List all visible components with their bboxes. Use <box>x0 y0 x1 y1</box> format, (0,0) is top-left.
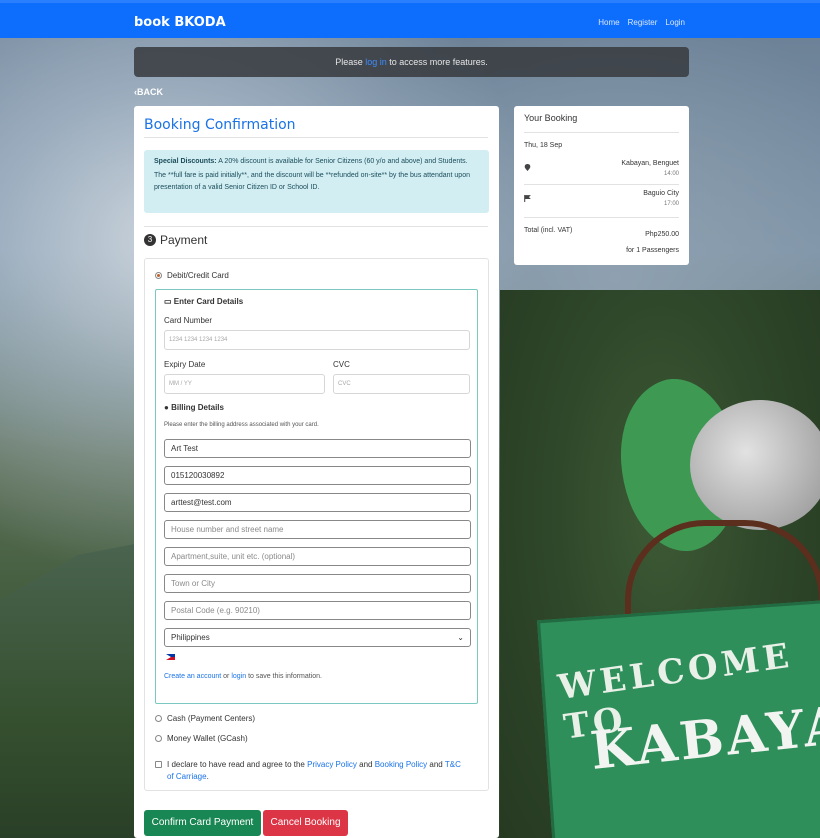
agree-row: I declare to have read and agree to the … <box>155 759 465 783</box>
email-input[interactable]: arttest@test.com <box>164 493 471 512</box>
origin-block: Kabayan, Benguet 14:00 <box>621 158 679 180</box>
destination-time: 17:00 <box>663 201 679 207</box>
payment-heading: 3 Payment <box>144 233 207 247</box>
privacy-policy-link[interactable]: Privacy Policy <box>307 760 357 769</box>
country-value: Philippines <box>171 633 210 642</box>
total-label: Total (incl. VAT) <box>524 227 573 234</box>
notice-login-link[interactable]: log in <box>365 57 387 67</box>
sign-globe <box>690 400 820 530</box>
section-divider <box>144 226 488 227</box>
booking-card: Booking Confirmation Special Discounts: … <box>134 106 499 838</box>
navbar: book BKODA Home Register Login <box>0 0 820 38</box>
chevron-down-icon: ⌄ <box>457 633 464 642</box>
philippines-flag-icon <box>166 654 175 660</box>
agree-text: I declare to have read and agree to the … <box>167 759 465 783</box>
expiry-label: Expiry Date <box>164 360 206 369</box>
destination-block: Baguio City 17:00 <box>643 188 679 210</box>
payment-heading-label: Payment <box>160 233 208 247</box>
card-number-label: Card Number <box>164 316 213 325</box>
agree-checkbox[interactable] <box>155 761 162 768</box>
card-details-heading: ▭ Enter Card Details <box>164 297 243 306</box>
notice-pre: Please <box>335 57 366 67</box>
agree-end: . <box>206 772 209 781</box>
credit-card-icon: ▭ <box>164 297 172 306</box>
origin-name: Kabayan, Benguet <box>621 160 679 167</box>
booking-summary-card: Your Booking Thu, 18 Sep Kabayan, Bengue… <box>514 106 689 265</box>
country-select[interactable]: Philippines ⌄ <box>164 628 471 647</box>
back-link[interactable]: ‹BACK <box>134 87 163 97</box>
summary-divider <box>524 132 679 133</box>
trip-date: Thu, 18 Sep <box>524 142 563 149</box>
payment-box: Debit/Credit Card ▭ Enter Card Details C… <box>144 258 489 791</box>
phone-input[interactable]: 015120030892 <box>164 466 471 485</box>
agree-pre: I declare to have read and agree to the <box>167 760 308 769</box>
cancel-booking-button[interactable]: Cancel Booking <box>263 810 348 836</box>
confirm-payment-button[interactable]: Confirm Card Payment <box>144 810 261 836</box>
notice-post: to access more features. <box>386 57 488 67</box>
booking-policy-link[interactable]: Booking Policy <box>375 760 427 769</box>
apartment-input[interactable]: Apartment,suite, unit etc. (optional) <box>164 547 471 566</box>
route-divider-1 <box>524 184 679 185</box>
step-number-icon: 3 <box>144 234 156 246</box>
nav-register-link[interactable]: Register <box>628 18 658 27</box>
town-input[interactable]: Town or City <box>164 574 471 593</box>
price-block: Php250.00 for 1 Passengers <box>626 227 679 259</box>
save-or: or <box>221 673 232 680</box>
title-divider <box>144 137 488 138</box>
radio-cash[interactable] <box>155 715 162 722</box>
street-input[interactable]: House number and street name <box>164 520 471 539</box>
destination-name: Baguio City <box>643 190 679 197</box>
route-divider-2 <box>524 217 679 218</box>
radio-card[interactable] <box>155 272 162 279</box>
passenger-count: for 1 Passengers <box>626 247 679 254</box>
billing-heading-label: Billing Details <box>171 403 224 412</box>
user-icon: ● <box>164 403 169 412</box>
save-info-text: Create an account or login to save this … <box>164 673 322 680</box>
cvc-input[interactable]: CVC <box>333 374 470 394</box>
nav-login-link[interactable]: Login <box>665 18 685 27</box>
agree-and1: and <box>356 760 375 769</box>
summary-title: Your Booking <box>524 113 578 123</box>
save-login-link[interactable]: login <box>231 673 246 680</box>
save-post: to save this information. <box>246 673 322 680</box>
map-pin-icon <box>524 164 531 171</box>
nav-links: Home Register Login <box>598 18 685 27</box>
back-label: BACK <box>137 87 163 97</box>
login-notice: Please log in to access more features. <box>134 47 689 77</box>
method-card-row[interactable]: Debit/Credit Card <box>155 271 229 280</box>
cvc-label: CVC <box>333 360 350 369</box>
fare-note: The **full fare is paid initially**, and… <box>154 172 470 191</box>
nav-home-link[interactable]: Home <box>598 18 619 27</box>
method-cash-row[interactable]: Cash (Payment Centers) <box>155 714 255 723</box>
discount-alert: Special Discounts: A 20% discount is ava… <box>144 150 489 213</box>
method-wallet-row[interactable]: Money Wallet (GCash) <box>155 734 248 743</box>
discount-line: Special Discounts: A 20% discount is ava… <box>154 156 479 168</box>
method-wallet-label: Money Wallet (GCash) <box>167 734 248 743</box>
card-details-box: ▭ Enter Card Details Card Number 1234 12… <box>155 289 478 704</box>
flag-icon <box>524 195 531 202</box>
radio-wallet[interactable] <box>155 735 162 742</box>
name-input[interactable]: Art Test <box>164 439 471 458</box>
page-title: Booking Confirmation <box>144 117 296 133</box>
method-card-label: Debit/Credit Card <box>167 271 229 280</box>
create-account-link[interactable]: Create an account <box>164 673 221 680</box>
billing-heading: ● Billing Details <box>164 403 224 412</box>
postal-input[interactable]: Postal Code (e.g. 90210) <box>164 601 471 620</box>
origin-time: 14:00 <box>663 171 679 177</box>
discount-label: Special Discounts: <box>154 158 217 165</box>
discount-text: A 20% discount is available for Senior C… <box>216 158 468 165</box>
billing-hint: Please enter the billing address associa… <box>164 422 319 428</box>
total-value: Php250.00 <box>645 231 679 238</box>
brand-logo[interactable]: book BKODA <box>134 15 226 30</box>
card-details-heading-label: Enter Card Details <box>173 297 244 306</box>
expiry-input[interactable]: MM / YY <box>164 374 325 394</box>
method-cash-label: Cash (Payment Centers) <box>167 714 256 723</box>
card-number-input[interactable]: 1234 1234 1234 1234 <box>164 330 470 350</box>
agree-and2: and <box>427 760 445 769</box>
